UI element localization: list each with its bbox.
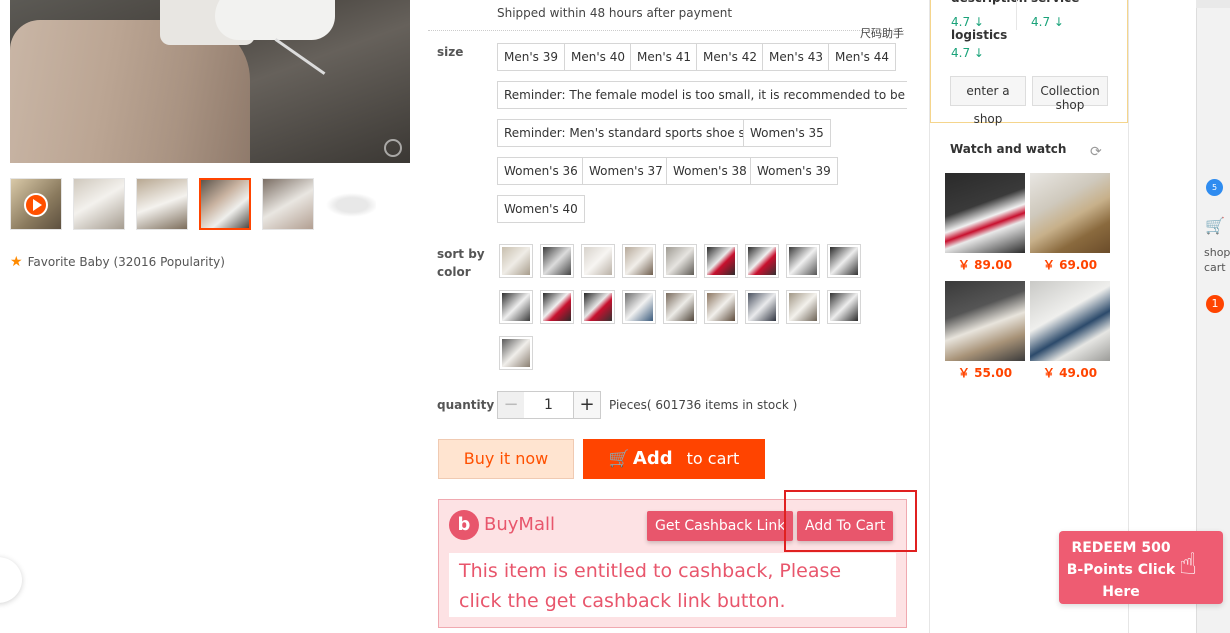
score-logistics-label: logistics [951, 28, 1008, 42]
highlight-annotation [784, 490, 917, 552]
stock-text: Pieces( 601736 items in stock ) [609, 398, 798, 412]
cart-icon: 🛒 [608, 449, 630, 469]
thumbnail[interactable] [325, 178, 377, 230]
color-swatch[interactable] [499, 244, 533, 278]
seller-card: description 4.7 ↓ service 4.7 ↓ logistic… [930, 0, 1128, 126]
recommend-image[interactable] [945, 173, 1025, 253]
score-logistics-value: 4.7 ↓ [951, 46, 984, 60]
cart-count-badge[interactable]: 1 [1206, 295, 1224, 313]
size-option[interactable]: Men's 44 [828, 43, 896, 71]
color-swatch[interactable] [499, 290, 533, 324]
toolbar-cart-icon[interactable]: 🛒 [1205, 216, 1225, 235]
size-option[interactable]: Women's 39 [750, 157, 838, 185]
size-helper-link[interactable]: 尺码助手 [860, 25, 904, 41]
divider [428, 30, 904, 31]
color-swatch[interactable] [622, 244, 656, 278]
color-swatch[interactable] [745, 244, 779, 278]
recommend-image[interactable] [1030, 173, 1110, 253]
color-swatch[interactable] [540, 244, 574, 278]
color-swatch[interactable] [827, 244, 861, 278]
quantity-input[interactable]: 1 [524, 391, 573, 419]
play-icon[interactable] [24, 193, 48, 217]
score-service-value: 4.7 ↓ [1031, 15, 1064, 29]
toolbar-cart-label[interactable]: shop cart [1204, 245, 1230, 275]
score-divider [1016, 0, 1017, 30]
floating-circle-button[interactable] [0, 557, 22, 603]
thumbnail[interactable] [73, 178, 125, 230]
watch-title: Watch and watch [950, 142, 1067, 156]
buy-now-button[interactable]: Buy it now [438, 439, 574, 479]
color-swatch[interactable] [786, 244, 820, 278]
favorite-info[interactable]: ★ Favorite Baby (32016 Popularity) [10, 254, 225, 270]
size-option[interactable]: Men's 41 [630, 43, 698, 71]
score-service-label: service [1031, 0, 1079, 5]
size-option[interactable]: Women's 36 [497, 157, 585, 185]
color-swatch[interactable] [745, 290, 779, 324]
size-option[interactable]: Men's 39 [497, 43, 565, 71]
add-cart-label-2: to cart [686, 449, 740, 468]
recommend-price[interactable]: ￥ 89.00 [945, 256, 1025, 273]
recommend-price[interactable]: ￥ 69.00 [1030, 256, 1110, 273]
size-option[interactable]: Men's 43 [762, 43, 830, 71]
color-swatch[interactable] [663, 290, 697, 324]
color-label: sort by color [437, 247, 485, 279]
thumbnail[interactable] [136, 178, 188, 230]
refresh-icon[interactable]: ⟳ [1090, 144, 1102, 160]
size-option-reminder[interactable]: Reminder: The female model is too small,… [497, 81, 907, 109]
add-to-cart-button[interactable]: 🛒 Add to cart [583, 439, 765, 479]
color-swatch[interactable] [540, 290, 574, 324]
color-swatch[interactable] [786, 290, 820, 324]
toolbar-top [1196, 0, 1230, 8]
notification-dot-icon[interactable]: 5 [1206, 179, 1223, 196]
score-description-value: 4.7 ↓ [951, 15, 984, 29]
thumbnail-video[interactable] [10, 178, 62, 230]
zoom-icon[interactable] [384, 139, 402, 157]
thumbnail-selected[interactable] [199, 178, 251, 230]
buymall-name: BuyMall [484, 514, 555, 535]
photo-lace [274, 38, 326, 75]
color-swatch[interactable] [622, 290, 656, 324]
quantity-minus-button[interactable]: − [497, 391, 525, 419]
buymall-logo-icon: b [449, 510, 479, 540]
color-swatch[interactable] [663, 244, 697, 278]
add-cart-label-1: Add [632, 448, 673, 469]
color-swatch[interactable] [581, 244, 615, 278]
size-option-reminder[interactable]: Reminder: Men's standard sports shoe siz… [497, 119, 769, 147]
get-cashback-link-button[interactable]: Get Cashback Link [647, 511, 794, 541]
enter-shop-button[interactable]: enter a shop [950, 76, 1026, 126]
size-option[interactable]: Men's 40 [564, 43, 632, 71]
photo-shoe [215, 0, 335, 40]
color-swatch[interactable] [581, 290, 615, 324]
color-swatch[interactable] [704, 290, 738, 324]
recommend-image[interactable] [945, 281, 1025, 361]
hand-pointer-icon: ☝ [1179, 547, 1198, 582]
recommend-price[interactable]: ￥ 49.00 [1030, 364, 1110, 381]
favorite-text: Favorite Baby (32016 Popularity) [27, 255, 225, 269]
color-swatch[interactable] [499, 336, 533, 370]
collection-shop-button[interactable]: Collection shop [1032, 76, 1108, 112]
cashback-message: This item is entitled to cashback, Pleas… [449, 553, 896, 617]
color-swatch[interactable] [827, 290, 861, 324]
recommend-price[interactable]: ￥ 55.00 [945, 364, 1025, 381]
quantity-plus-button[interactable]: + [573, 391, 601, 419]
size-option[interactable]: Women's 38 [666, 157, 754, 185]
thumbnail[interactable] [262, 178, 314, 230]
size-option[interactable]: Women's 37 [582, 157, 670, 185]
size-label: size [437, 45, 464, 59]
size-option[interactable]: Men's 42 [696, 43, 764, 71]
redeem-text: REDEEM 500 B-Points Click Here [1066, 540, 1176, 600]
recommend-image[interactable] [1030, 281, 1110, 361]
main-product-image[interactable] [10, 0, 410, 163]
shipping-text: Shipped within 48 hours after payment [497, 6, 733, 20]
quantity-label: quantity [437, 398, 495, 412]
size-option[interactable]: Women's 40 [497, 195, 585, 223]
redeem-points-button[interactable]: REDEEM 500 B-Points Click Here ☝ [1059, 531, 1223, 604]
color-swatch[interactable] [704, 244, 738, 278]
size-option[interactable]: Women's 35 [743, 119, 831, 147]
star-icon: ★ [10, 254, 23, 270]
